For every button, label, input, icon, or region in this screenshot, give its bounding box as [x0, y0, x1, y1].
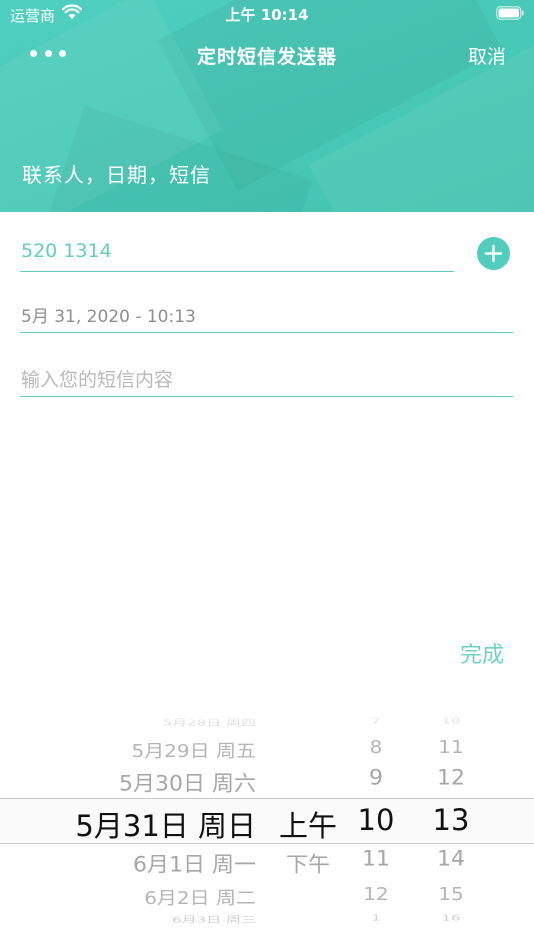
phone-number-value: 520 1314 — [21, 240, 112, 262]
picker-date-selected[interactable]: 5月31日 周日 — [60, 803, 256, 845]
cancel-button[interactable]: 取消 — [468, 42, 506, 69]
status-time: 上午 10:14 — [225, 6, 309, 24]
battery-icon — [496, 6, 524, 20]
plus-icon — [484, 244, 503, 263]
picker-hour-option[interactable]: 11 — [348, 848, 404, 872]
picker-minute-column[interactable]: 10 11 12 13 14 15 16 — [420, 708, 482, 950]
picker-date-option[interactable]: 5月28日 周四 — [60, 717, 256, 729]
header-subtitle: 联系人，日期，短信 — [22, 163, 211, 187]
picker-hour-selected[interactable]: 10 — [348, 803, 404, 837]
picker-hour-option[interactable]: 12 — [348, 883, 404, 904]
picker-minute-option[interactable]: 11 — [420, 736, 482, 757]
picker-minute-selected[interactable]: 13 — [420, 803, 482, 837]
message-input[interactable]: 输入您的短信内容 — [20, 362, 513, 397]
picker-date-column[interactable]: 5月28日 周四 5月29日 周五 5月30日 周六 5月31日 周日 6月1日… — [60, 708, 256, 950]
date-time-picker[interactable]: 5月28日 周四 5月29日 周五 5月30日 周六 5月31日 周日 6月1日… — [0, 708, 534, 950]
picker-hour-option[interactable]: 1 — [348, 913, 404, 923]
picker-hour-option[interactable]: 9 — [348, 767, 404, 791]
picker-minute-option[interactable]: 15 — [420, 883, 482, 904]
page-title: 定时短信发送器 — [196, 46, 337, 68]
picker-ampm-selected[interactable]: 上午 — [266, 803, 350, 845]
picker-hour-option[interactable]: 8 — [348, 736, 404, 757]
done-button[interactable]: 完成 — [460, 637, 504, 669]
phone-number-field[interactable]: 520 1314 — [20, 236, 454, 272]
status-bar: 运营商 上午 10:14 — [0, 0, 534, 28]
date-value: 5月 31, 2020 - 10:13 — [21, 307, 196, 327]
message-placeholder: 输入您的短信内容 — [21, 369, 174, 391]
picker-minute-option[interactable]: 12 — [420, 767, 482, 791]
nav-bar: 定时短信发送器 取消 — [0, 32, 534, 76]
picker-date-option[interactable]: 6月3日 周三 — [60, 914, 256, 926]
picker-minute-option[interactable]: 16 — [420, 913, 482, 923]
picker-hour-column[interactable]: 7 8 9 10 11 12 1 — [348, 708, 404, 950]
date-field[interactable]: 5月 31, 2020 - 10:13 — [20, 298, 513, 333]
picker-ampm-column[interactable]: 上午 下午 — [266, 708, 350, 950]
picker-minute-option[interactable]: 10 — [420, 716, 482, 726]
picker-date-option[interactable]: 6月1日 周一 — [60, 848, 256, 878]
picker-date-option[interactable]: 5月29日 周五 — [60, 737, 256, 763]
add-contact-button[interactable] — [477, 237, 510, 270]
header: 运营商 上午 10:14 定时短信发送器 取消 联系人，日期，短信 — [0, 0, 534, 212]
picker-ampm-option[interactable]: 下午 — [266, 848, 350, 878]
picker-hour-option[interactable]: 7 — [348, 716, 404, 726]
picker-minute-option[interactable]: 14 — [420, 848, 482, 872]
picker-date-option[interactable]: 6月2日 周二 — [60, 884, 256, 910]
picker-date-option[interactable]: 5月30日 周六 — [60, 767, 256, 797]
